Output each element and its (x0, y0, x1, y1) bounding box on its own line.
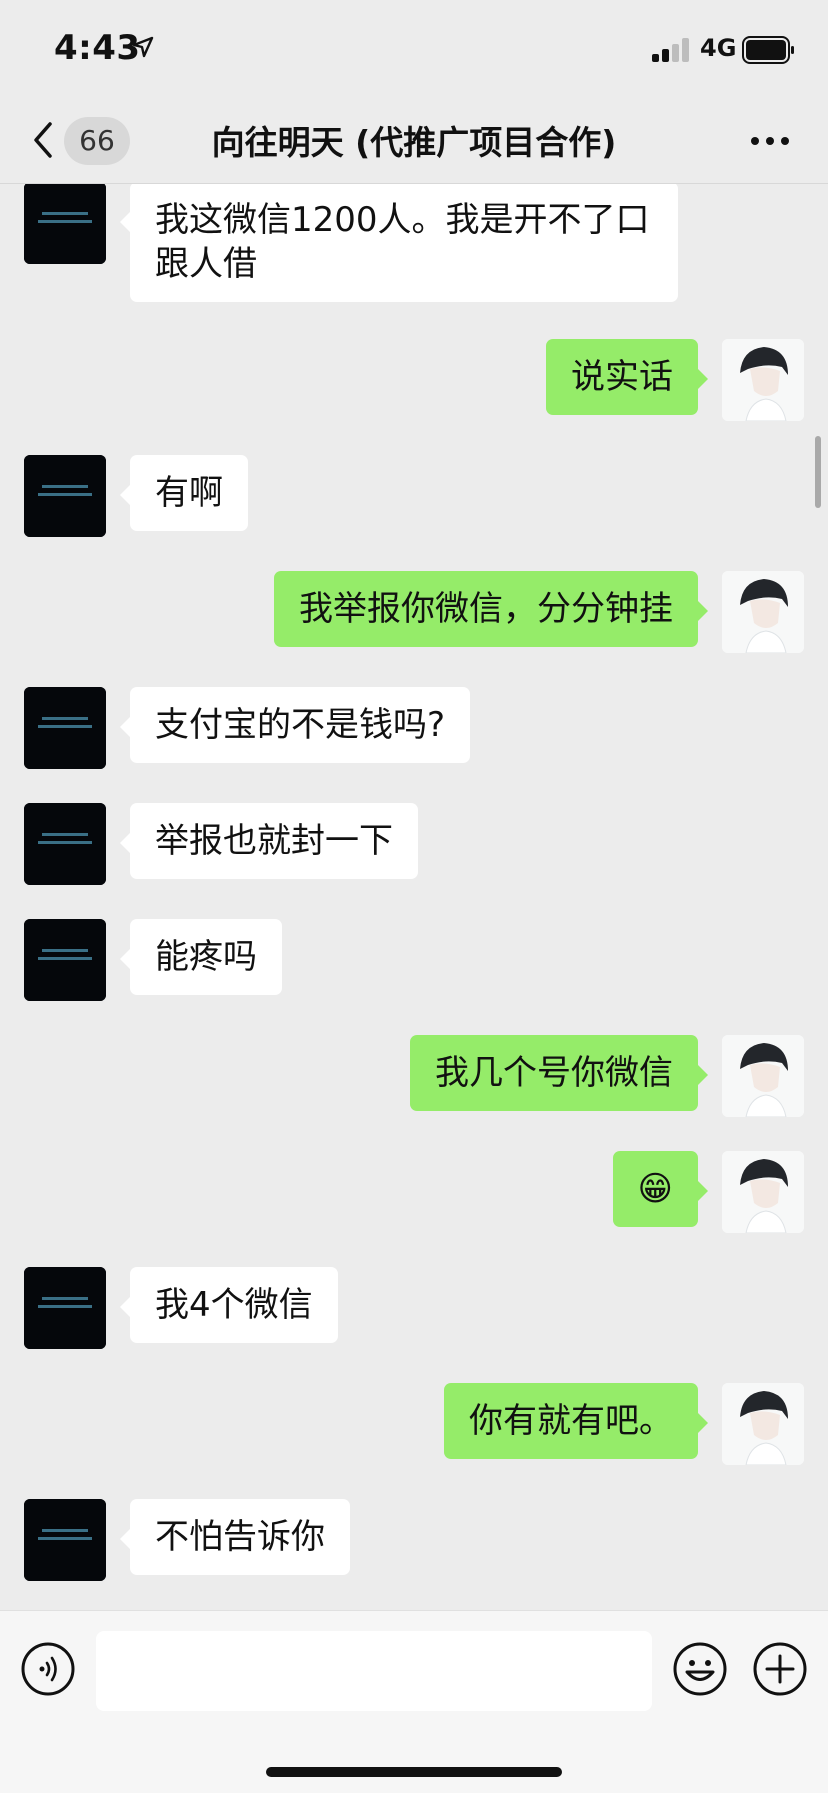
message-bubble[interactable]: 我这微信1200人。我是开不了口跟人借 (120, 184, 678, 302)
network-type: 4G (700, 34, 737, 62)
battery-icon (742, 36, 794, 64)
contact-avatar[interactable] (24, 455, 106, 537)
status-bar: 4:43 4G (0, 0, 828, 100)
message-list[interactable]: 我这微信1200人。我是开不了口跟人借 说实话 有啊 我举报你微信，分分钟挂 支… (0, 184, 828, 1610)
unread-count-badge[interactable]: 66 (64, 117, 130, 165)
voice-input-icon[interactable] (20, 1641, 76, 1697)
emoji-message-bubble[interactable]: 😁 (612, 1151, 709, 1227)
message-bubble[interactable]: 我几个号你微信 (410, 1035, 708, 1111)
message-bubble[interactable]: 有啊 (120, 455, 248, 531)
emoji-icon[interactable] (672, 1641, 728, 1697)
plus-icon[interactable] (752, 1641, 808, 1697)
contact-avatar[interactable] (24, 184, 106, 264)
contact-avatar[interactable] (24, 1267, 106, 1349)
contact-avatar[interactable] (24, 919, 106, 1001)
own-avatar[interactable] (722, 1383, 804, 1465)
back-chevron-icon[interactable] (28, 120, 58, 160)
scrollbar[interactable] (815, 436, 821, 508)
own-avatar[interactable] (722, 339, 804, 421)
message-bubble[interactable]: 不怕告诉你 (120, 1499, 350, 1575)
message-bubble[interactable]: 举报也就封一下 (120, 803, 418, 879)
status-time: 4:43 (54, 28, 141, 68)
message-bubble[interactable]: 能疼吗 (120, 919, 282, 995)
own-avatar[interactable] (722, 571, 804, 653)
message-bubble[interactable]: 我4个微信 (120, 1267, 338, 1343)
message-bubble[interactable]: 你有就有吧。 (444, 1383, 708, 1459)
chat-title: 向往明天 (代推广项目合作) (211, 123, 617, 162)
contact-avatar[interactable] (24, 1499, 106, 1581)
cellular-signal-icon (652, 38, 690, 62)
input-bar (0, 1610, 828, 1793)
own-avatar[interactable] (722, 1035, 804, 1117)
message-bubble[interactable]: 支付宝的不是钱吗? (119, 687, 471, 763)
own-avatar[interactable] (722, 1151, 804, 1233)
location-arrow-icon (132, 36, 154, 58)
message-bubble[interactable]: 我举报你微信，分分钟挂 (274, 571, 708, 647)
home-indicator[interactable] (266, 1767, 562, 1777)
more-options-icon[interactable] (750, 133, 790, 149)
contact-avatar[interactable] (24, 687, 106, 769)
chat-header: 66 向往明天 (代推广项目合作) (0, 100, 828, 184)
message-bubble[interactable]: 说实话 (546, 339, 708, 415)
contact-avatar[interactable] (24, 803, 106, 885)
message-input[interactable] (96, 1631, 652, 1711)
